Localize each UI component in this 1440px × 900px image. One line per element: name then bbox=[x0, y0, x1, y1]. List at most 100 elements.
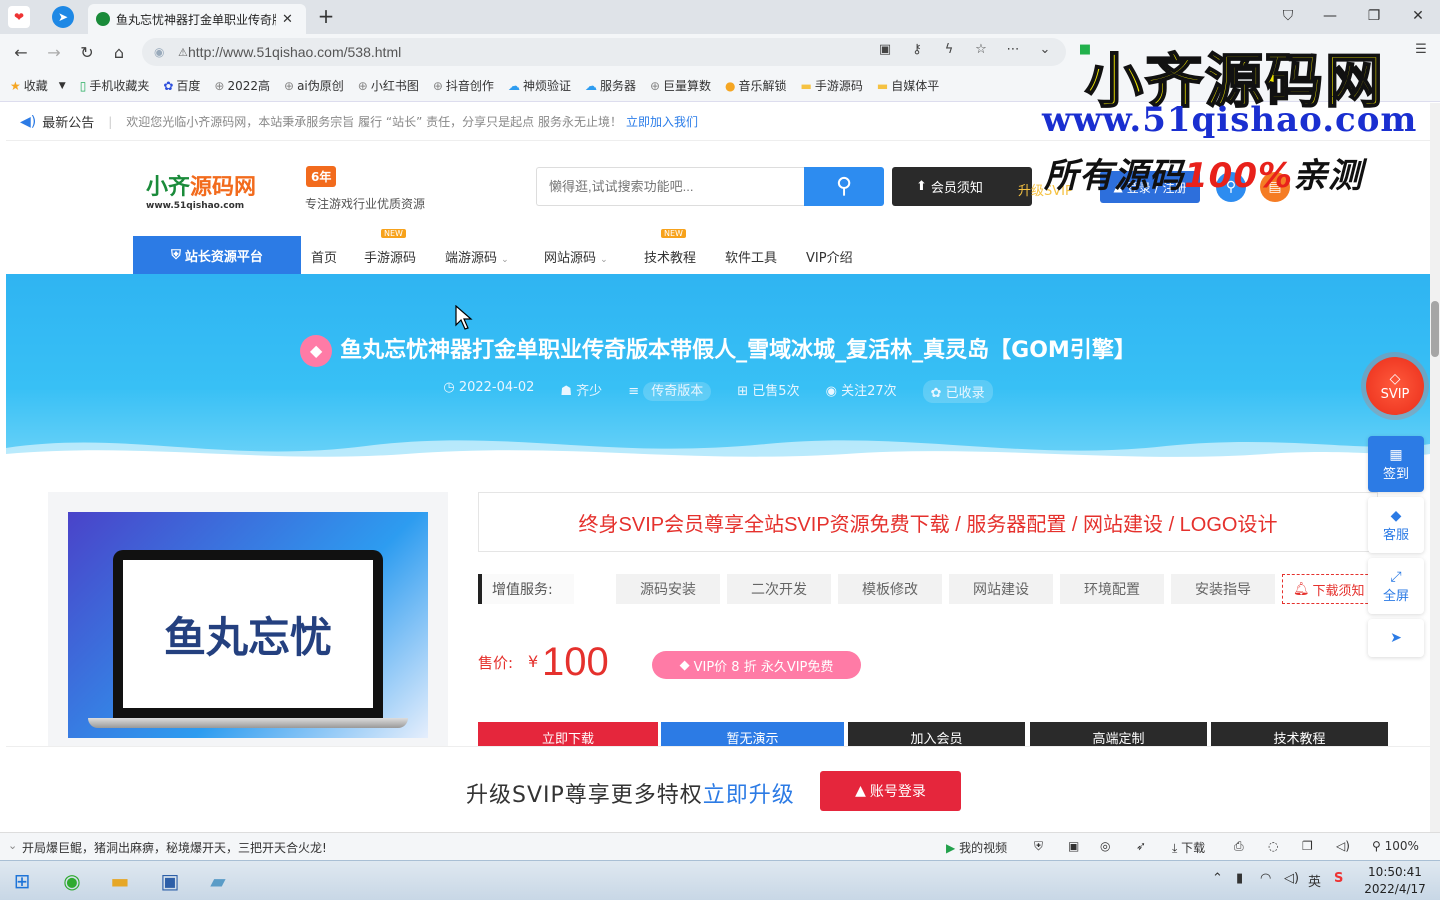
nav-home[interactable]: 首页 bbox=[311, 247, 337, 266]
star-icon[interactable]: ☆ bbox=[972, 40, 990, 58]
remote-app-icon[interactable]: ▣ bbox=[150, 865, 190, 897]
chevron-down-icon[interactable]: ⌄ bbox=[1036, 40, 1054, 58]
home-icon[interactable]: ⌂ bbox=[108, 41, 130, 63]
shirt-icon[interactable]: ⛉ bbox=[1276, 6, 1300, 26]
nav-web-source[interactable]: 网站源码 ⌄ bbox=[544, 247, 608, 266]
network-icon[interactable]: ◠ bbox=[1260, 871, 1271, 886]
scrollbar-thumb[interactable] bbox=[1431, 301, 1439, 357]
telegram-icon[interactable]: ➤ bbox=[52, 6, 74, 28]
system-clock[interactable]: 10:50:41 2022/4/17 bbox=[1360, 864, 1430, 898]
edge-icon[interactable]: ◌ bbox=[1268, 839, 1278, 853]
post-author[interactable]: ☗ 齐少 bbox=[560, 380, 602, 403]
reload-icon[interactable]: ↻ bbox=[76, 41, 98, 63]
volume-icon[interactable]: ◁) bbox=[1284, 871, 1299, 886]
nav-platform[interactable]: ⛨ 站长资源平台 bbox=[133, 236, 301, 274]
eye-icon[interactable]: ◎ bbox=[1100, 839, 1110, 853]
lightning-icon[interactable]: ϟ bbox=[940, 40, 958, 58]
url-field[interactable]: ◉ ⚠ http://www.51qishao.com/538.html bbox=[142, 38, 1066, 66]
service-tag[interactable]: 二次开发 bbox=[727, 574, 831, 604]
start-button-icon[interactable]: ⊞ bbox=[2, 865, 42, 897]
insecure-icon[interactable]: ⚠ bbox=[178, 46, 188, 59]
service-tag[interactable]: 环境配置 bbox=[1060, 574, 1164, 604]
tray-expand-icon[interactable]: ⌃ bbox=[1212, 871, 1223, 886]
image-icon[interactable]: ▣ bbox=[1068, 839, 1079, 853]
nav-tutorials[interactable]: 技术教程 bbox=[644, 247, 696, 266]
menu-icon[interactable]: ☰ bbox=[1412, 40, 1430, 58]
join-member-button[interactable]: 加入会员 bbox=[848, 722, 1025, 746]
service-tag[interactable]: 安装指导 bbox=[1171, 574, 1275, 604]
svip-float-button[interactable]: ◇ SVIP bbox=[1366, 357, 1424, 415]
rocket-icon[interactable]: ➶ bbox=[1136, 839, 1146, 853]
service-tag[interactable]: 模板修改 bbox=[838, 574, 942, 604]
bookmark-item[interactable]: ⊕ 2022高 bbox=[214, 77, 270, 94]
site-logo[interactable]: 小齐源码网 www.51qishao.com bbox=[146, 169, 296, 211]
browser-app-icon[interactable]: ◉ bbox=[52, 865, 92, 897]
member-notice-button[interactable]: ⬆ 会员须知 bbox=[892, 167, 1032, 206]
heart-icon[interactable]: ❤ bbox=[8, 6, 30, 28]
tab-active[interactable]: 鱼丸忘忧神器打金单职业传奇版 ✕ bbox=[88, 4, 306, 34]
download-status[interactable]: ⤓ 下载 bbox=[1172, 839, 1205, 856]
mic-icon[interactable]: ▮ bbox=[1236, 871, 1243, 886]
bookmark-item[interactable]: ✿ 百度 bbox=[163, 77, 200, 94]
fullscreen-float-button[interactable]: ⤢ 全屏 bbox=[1368, 558, 1424, 614]
nav-mobile-games[interactable]: 手游源码 bbox=[364, 247, 416, 266]
account-login-button[interactable]: ▲ 账号登录 bbox=[820, 771, 961, 811]
bookmark-item[interactable]: ● 音乐解锁 bbox=[725, 77, 787, 94]
search-input[interactable] bbox=[536, 167, 804, 206]
bookmark-item[interactable]: ⊕ 抖音创作 bbox=[433, 77, 494, 94]
notepad-app-icon[interactable]: ▰ bbox=[198, 865, 238, 897]
volume-icon[interactable]: ◁) bbox=[1336, 839, 1350, 853]
chevron-down-icon[interactable]: ▼ bbox=[59, 81, 66, 91]
sign-in-float-button[interactable]: ▦ 签到 bbox=[1368, 436, 1424, 492]
thumbnail-image[interactable]: 鱼丸忘忧 bbox=[68, 512, 428, 738]
sogou-icon[interactable]: S bbox=[1334, 871, 1343, 886]
bookmark-item[interactable]: ⊕ 小红书图 bbox=[358, 77, 419, 94]
image-icon[interactable]: ▣ bbox=[876, 40, 894, 58]
forward-icon[interactable]: → bbox=[43, 41, 65, 63]
join-us-link[interactable]: 立即加入我们 bbox=[626, 113, 698, 130]
nav-software[interactable]: 软件工具 bbox=[725, 247, 777, 266]
restore-icon[interactable]: ❐ bbox=[1362, 6, 1386, 26]
more-icon[interactable]: ⋯ bbox=[1004, 40, 1022, 58]
bookmark-item[interactable]: ▬ 手游源码 bbox=[801, 77, 863, 94]
download-button[interactable]: 立即下载 bbox=[478, 722, 658, 746]
close-window-icon[interactable]: ✕ bbox=[1406, 6, 1430, 26]
print-icon[interactable]: ⎙ bbox=[1234, 839, 1244, 854]
search-button[interactable]: ⚲ bbox=[804, 167, 884, 206]
back-icon[interactable]: ← bbox=[10, 41, 32, 63]
service-tag[interactable]: 网站建设 bbox=[949, 574, 1053, 604]
back-to-top-button[interactable]: ➤ bbox=[1368, 619, 1424, 657]
new-tab-icon[interactable]: + bbox=[314, 4, 338, 28]
minimize-icon[interactable]: — bbox=[1318, 6, 1342, 26]
bookmark-item[interactable]: ★ 收藏 ▼ bbox=[10, 77, 66, 94]
tutorial-button[interactable]: 技术教程 bbox=[1211, 722, 1388, 746]
nav-vip[interactable]: VIP介绍 bbox=[806, 247, 853, 266]
service-float-button[interactable]: ◆ 客服 bbox=[1368, 497, 1424, 553]
upgrade-link[interactable]: 立即升级 bbox=[703, 783, 795, 808]
vip-discount-pill[interactable]: ◆ VIP价 8 折 永久VIP免费 bbox=[652, 651, 861, 679]
news-ticker[interactable]: 开局爆巨鲲，猪洞出麻痹，秘境爆开天，三把开天合火龙! bbox=[22, 839, 327, 856]
bookmark-item[interactable]: ⊕ 巨量算数 bbox=[650, 77, 711, 94]
ime-indicator[interactable]: 英 bbox=[1308, 871, 1321, 890]
bookmark-item[interactable]: ▯ 手机收藏夹 bbox=[80, 77, 150, 94]
shield-icon[interactable]: ⛨ bbox=[1034, 839, 1043, 854]
close-tab-icon[interactable]: ✕ bbox=[282, 12, 293, 27]
custom-button[interactable]: 高端定制 bbox=[1030, 722, 1207, 746]
window-icon[interactable]: ❐ bbox=[1302, 839, 1313, 853]
chevron-down-icon[interactable]: ⌄ bbox=[8, 839, 17, 852]
post-category[interactable]: ≡ 传奇版本 bbox=[628, 380, 712, 403]
bookmark-item[interactable]: ⊕ ai伪原创 bbox=[284, 77, 344, 94]
bookmark-item[interactable]: ☁ 服务器 bbox=[585, 77, 636, 94]
bookmark-item[interactable]: ▬ 自媒体平 bbox=[877, 77, 939, 94]
search-icon: ⚲ bbox=[835, 174, 853, 199]
page-scrollbar[interactable] bbox=[1430, 103, 1440, 832]
key-icon[interactable]: ⚷ bbox=[908, 40, 926, 58]
my-videos[interactable]: ▶ 我的视频 bbox=[946, 839, 1007, 856]
service-tag[interactable]: 源码安装 bbox=[616, 574, 720, 604]
explorer-app-icon[interactable]: ▬ bbox=[100, 865, 140, 897]
demo-button[interactable]: 暂无演示 bbox=[661, 722, 844, 746]
nav-pc-games[interactable]: 端游源码 ⌄ bbox=[445, 247, 509, 266]
zoom-level[interactable]: ⚲ 100% bbox=[1372, 839, 1419, 853]
bookmark-item[interactable]: ☁ 神烦验证 bbox=[508, 77, 571, 94]
download-notice-button[interactable]: 🔔︎ 下载须知 bbox=[1282, 574, 1378, 604]
